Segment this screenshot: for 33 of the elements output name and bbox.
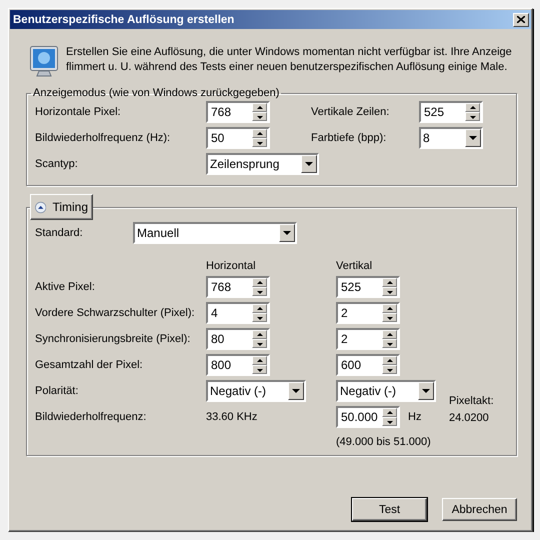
column-header: Horizontal bbox=[206, 260, 256, 272]
dropdown[interactable]: Manuell bbox=[133, 222, 297, 244]
close-button[interactable] bbox=[513, 12, 529, 26]
field-label: Gesamtzahl der Pixel: bbox=[35, 358, 143, 372]
group-label: Anzeigemodus (wie von Windows zurückgegeben) bbox=[32, 87, 280, 99]
test-button[interactable]: Test bbox=[352, 498, 427, 521]
window-title: Benutzerspezifische Auflösung erstellen bbox=[13, 14, 234, 26]
value-text: 24.0200 bbox=[449, 411, 490, 425]
field-label: Standard: bbox=[35, 226, 84, 240]
dropdown[interactable]: 8 bbox=[419, 127, 483, 149]
unit-label: Hz bbox=[408, 410, 422, 424]
timing-toggle-button[interactable]: Timing bbox=[30, 194, 93, 220]
field-label: Pixeltakt: bbox=[449, 394, 494, 408]
field-label: Horizontale Pixel: bbox=[35, 105, 121, 119]
field-label: Farbtiefe (bpp): bbox=[311, 131, 386, 145]
field-label: Bildwiederholfrequenz: bbox=[35, 410, 146, 424]
value-text: 33.60 KHz bbox=[206, 410, 258, 424]
cancel-button[interactable]: Abbrechen bbox=[442, 498, 517, 521]
column-header: Vertikal bbox=[336, 260, 372, 272]
dropdown[interactable]: Negativ (-) bbox=[206, 380, 306, 402]
range-text: (49.000 bis 51.000) bbox=[336, 435, 431, 449]
field-label: Vertikale Zeilen: bbox=[311, 105, 390, 119]
field-label: Scantyp: bbox=[35, 157, 78, 171]
field-label: Aktive Pixel: bbox=[35, 280, 95, 294]
dropdown[interactable]: Zeilensprung bbox=[206, 153, 319, 175]
field-label: Bildwiederholfrequenz (Hz): bbox=[35, 131, 170, 145]
close-icon bbox=[517, 16, 525, 23]
field-label: Vordere Schwarzschulter (Pixel): bbox=[35, 306, 195, 320]
dropdown[interactable]: Negativ (-) bbox=[336, 380, 436, 402]
field-label: Synchronisierungsbreite (Pixel): bbox=[35, 332, 190, 346]
description-text: Erstellen Sie eine Auflösung, die unter Windows momentan nicht verfügbar ist. Ihre Anzeige flimmert u. U. während des Tests einer neuen benutzerspezifischen Auflösung einige Male. bbox=[66, 45, 513, 75]
monitor-icon bbox=[30, 46, 58, 78]
field-label: Polarität: bbox=[35, 384, 78, 398]
